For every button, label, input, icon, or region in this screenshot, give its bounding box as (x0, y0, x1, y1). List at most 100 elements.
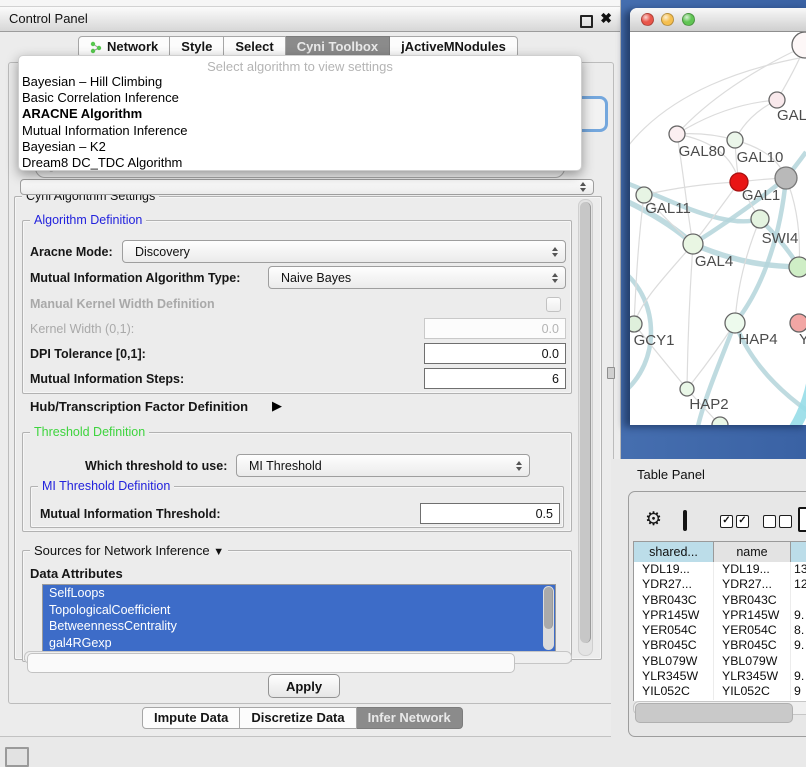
table-cell: YLR345W (634, 669, 714, 684)
network-node[interactable] (727, 132, 743, 148)
manual-kernel-width-checkbox[interactable] (546, 297, 561, 312)
network-graph: GALGAL80GAL10GAL1GAL11SWI4GAL4GCY1HAP4YH… (630, 32, 806, 425)
aracne-mode-label: Aracne Mode: (30, 245, 113, 259)
network-canvas[interactable]: GALGAL80GAL10GAL1GAL11SWI4GAL4GCY1HAP4YH… (630, 32, 806, 425)
algorithm-option[interactable]: Basic Correlation Inference (19, 90, 581, 106)
network-node[interactable] (751, 210, 769, 228)
network-node-label: GAL80 (679, 143, 726, 160)
settings-vertical-scrollbar[interactable] (578, 199, 593, 656)
tab-select-label: Select (235, 37, 273, 57)
table-horizontal-scrollbar[interactable] (633, 701, 806, 715)
table-row[interactable]: YLR345WYLR345W9. (634, 669, 806, 684)
algorithm-option[interactable]: ARACNE Algorithm (19, 106, 581, 122)
table-cell: 13 (791, 562, 806, 577)
table-cell: YLR345W (714, 669, 791, 684)
attributes-horizontal-scrollbar[interactable] (24, 651, 572, 664)
data-attribute-item[interactable]: gal4RGexp (43, 635, 555, 652)
table-cell: YER054C (714, 623, 791, 638)
close-icon[interactable]: ✖ (600, 10, 612, 27)
table-row[interactable]: YER054CYER054C8. (634, 623, 806, 638)
algorithm-option[interactable]: Bayesian – K2 (19, 139, 581, 155)
splitter-grip[interactable] (607, 367, 615, 379)
table-row[interactable]: YIL052CYIL052C9 (634, 684, 806, 699)
data-attribute-item[interactable]: TopologicalCoefficient (43, 602, 555, 619)
zoom-traffic-light[interactable] (682, 13, 695, 26)
which-threshold-combobox[interactable]: MI Threshold (236, 454, 530, 477)
table-row[interactable]: YPR145WYPR145W9. (634, 608, 806, 623)
kernel-width-label: Kernel Width (0,1): (30, 322, 134, 336)
kernel-width-field[interactable]: 0.0 (424, 318, 566, 339)
table-row[interactable]: YBR043CYBR043C (634, 593, 806, 608)
mi-steps-label: Mutual Information Steps: (30, 372, 184, 386)
network-node[interactable] (789, 257, 806, 277)
scrollbar-thumb[interactable] (27, 653, 515, 673)
mi-steps-field[interactable]: 6 (424, 368, 566, 389)
data-attribute-item[interactable]: SelfLoops (43, 585, 555, 602)
float-window-icon[interactable] (580, 15, 593, 28)
table-cell: 9 (791, 684, 806, 699)
table-cell: YDL19... (714, 562, 791, 577)
tab-style-label: Style (181, 37, 212, 57)
export-table-icon[interactable] (798, 507, 806, 532)
table-column-header[interactable]: name (714, 542, 791, 562)
network-node[interactable] (792, 32, 806, 58)
table-row[interactable]: YDR27...YDR27...12 (634, 577, 806, 592)
tab-infer-network[interactable]: Infer Network (357, 707, 463, 729)
table-column-header[interactable]: shared... (634, 542, 714, 562)
select-all-check-icon-2[interactable]: ✓ (736, 515, 749, 528)
table-cell: 12 (791, 577, 806, 592)
table-cell: YBR045C (714, 638, 791, 653)
network-node[interactable] (680, 382, 694, 396)
dpi-tolerance-field[interactable]: 0.0 (424, 343, 566, 364)
table-body[interactable]: YDL19...YDL19...13YDR27...YDR27...12YBR0… (633, 562, 806, 701)
mi-threshold-value: 0.5 (536, 507, 553, 521)
minimize-traffic-light[interactable] (661, 13, 674, 26)
mi-threshold-field[interactable]: 0.5 (420, 503, 560, 524)
network-node[interactable] (683, 234, 703, 254)
tab-discretize-data[interactable]: Discretize Data (240, 707, 356, 729)
algorithm-combobox[interactable] (20, 179, 594, 195)
scrollbar-thumb[interactable] (580, 202, 591, 643)
hub-definition-label[interactable]: Hub/Transcription Factor Definition (30, 399, 248, 414)
network-node[interactable] (725, 313, 745, 333)
minimized-panel-icon[interactable] (5, 747, 29, 767)
table-row[interactable]: YBL079WYBL079W (634, 654, 806, 669)
deselect-all-icon[interactable] (763, 515, 776, 528)
table-row[interactable]: YBR045CYBR045C9. (634, 638, 806, 653)
network-node[interactable] (630, 316, 642, 332)
network-node[interactable] (769, 92, 785, 108)
scrollbar-thumb[interactable] (635, 703, 793, 723)
mi-algorithm-type-combobox[interactable]: Naive Bayes (268, 266, 566, 289)
close-traffic-light[interactable] (641, 13, 654, 26)
table-column-header[interactable] (791, 542, 806, 562)
sources-title[interactable]: Sources for Network Inference ▼ (30, 543, 228, 558)
algorithm-option[interactable]: Bayesian – Hill Climbing (19, 74, 581, 90)
data-attributes-items: SelfLoopsTopologicalCoefficientBetweenne… (43, 585, 555, 651)
settings-gear-icon[interactable]: ⚙ (645, 508, 662, 531)
data-attributes-list[interactable]: SelfLoopsTopologicalCoefficientBetweenne… (42, 584, 556, 653)
algorithm-option[interactable]: Mutual Information Inference (19, 123, 581, 139)
column-selector-icon[interactable] (683, 510, 687, 531)
select-all-check-icon[interactable]: ✓ (720, 515, 733, 528)
data-attribute-item[interactable]: BetweennessCentrality (43, 618, 555, 635)
table-cell: YER054C (634, 623, 714, 638)
aracne-mode-combobox[interactable]: Discovery (122, 240, 566, 263)
algorithm-option[interactable]: Dream8 DC_TDC Algorithm (19, 155, 581, 171)
table-cell: YPR145W (714, 608, 791, 623)
tab-impute-data[interactable]: Impute Data (142, 707, 240, 729)
network-node[interactable] (790, 314, 806, 332)
network-node-label: GAL11 (645, 200, 691, 217)
combo-spinner-icon (580, 182, 586, 192)
collapsed-arrow-icon[interactable]: ▶ (272, 398, 282, 414)
table-panel-window: ⚙ ✓ ✓ shared...name YDL19...YDL19...13YD… (628, 491, 806, 737)
control-panel-titlebar: Control Panel ✖ (0, 7, 620, 32)
network-node-label: GCY1 (634, 332, 675, 349)
apply-button[interactable]: Apply (268, 674, 340, 698)
table-row[interactable]: YDL19...YDL19...13 (634, 562, 806, 577)
network-node[interactable] (669, 126, 685, 142)
network-node[interactable] (775, 167, 797, 189)
deselect-all-icon-2[interactable] (779, 515, 792, 528)
attributes-vertical-scrollbar[interactable] (543, 586, 554, 650)
tab-impute-data-label: Impute Data (154, 708, 228, 728)
scrollbar-thumb[interactable] (544, 587, 553, 629)
